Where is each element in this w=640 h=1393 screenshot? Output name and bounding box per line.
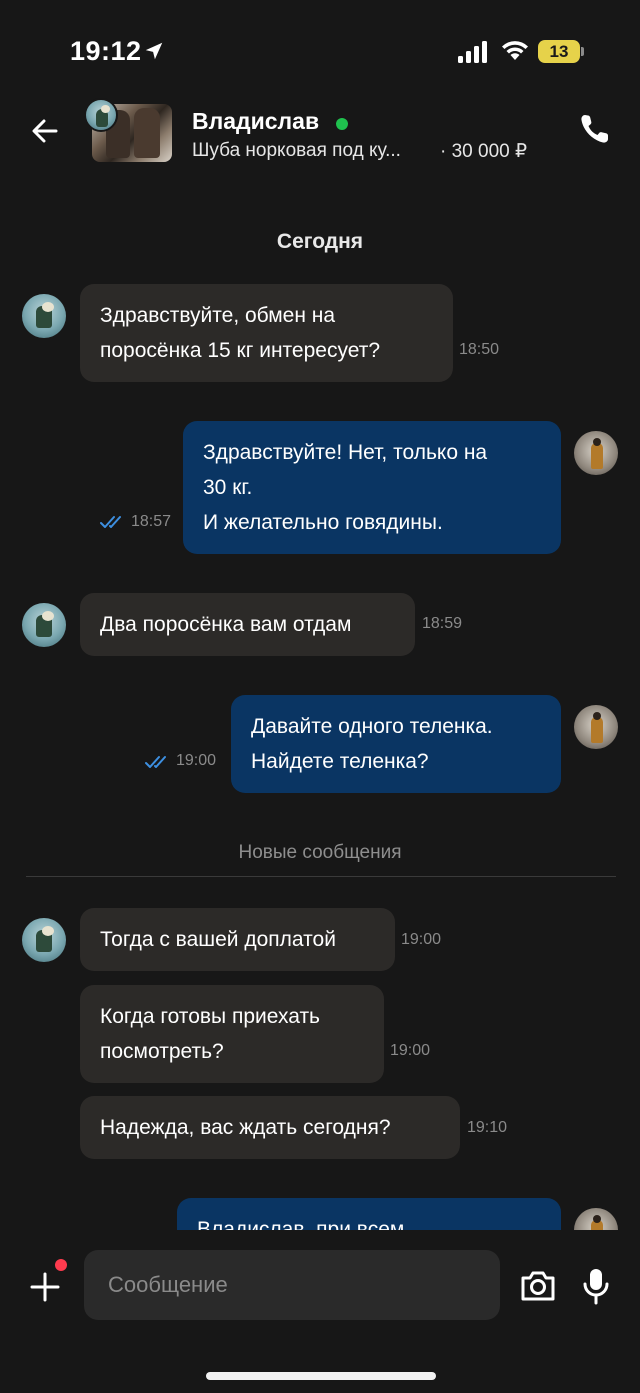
message-line: поросёнка 15 кг интересует? xyxy=(100,339,381,362)
chat-header: Владислав Шуба норковая под ку... · 30 0… xyxy=(0,96,640,176)
sender-avatar xyxy=(22,918,66,962)
message-bubble-incoming[interactable]: Надежда, вас ждать сегодня? xyxy=(80,1096,460,1159)
message-line: Здравствуйте, обмен на xyxy=(100,304,336,327)
message-line: Надежда, вас ждать сегодня? xyxy=(100,1116,391,1139)
signal-icon xyxy=(458,41,487,63)
message-bubble-outgoing[interactable]: Давайте одного теленка. Найдете теленка? xyxy=(231,695,561,793)
message-time: 18:59 xyxy=(422,615,463,632)
phone-icon[interactable] xyxy=(576,110,614,148)
message-time: 18:50 xyxy=(459,341,500,358)
my-avatar xyxy=(574,705,618,749)
message-bubble-incoming[interactable]: Когда готовы приехать посмотреть? xyxy=(80,985,384,1083)
sender-avatar xyxy=(22,294,66,338)
status-time: 19:12 xyxy=(70,36,142,66)
message-time: 19:10 xyxy=(467,1119,508,1136)
message-input-bar xyxy=(0,1230,640,1393)
message-line: Когда готовы приехать xyxy=(100,1005,320,1028)
message-line: Тогда с вашей доплатой xyxy=(100,928,336,951)
microphone-icon[interactable] xyxy=(580,1266,612,1306)
separator-line xyxy=(26,876,616,877)
listing-price: · 30 000 ₽ xyxy=(440,141,528,162)
message-line: Здравствуйте! Нет, только на xyxy=(203,441,488,464)
plus-icon[interactable] xyxy=(28,1270,62,1304)
battery-cap xyxy=(581,47,584,56)
listing-title[interactable]: Шуба норковая под ку... xyxy=(192,140,401,162)
message-time: 19:00 xyxy=(390,1042,431,1059)
notification-dot xyxy=(55,1259,67,1271)
message-bubble-incoming[interactable]: Тогда с вашей доплатой xyxy=(80,908,395,971)
message-time: 19:00 xyxy=(401,931,442,948)
wifi-icon xyxy=(502,41,528,60)
message-input[interactable] xyxy=(84,1250,500,1320)
my-avatar xyxy=(574,431,618,475)
contact-name[interactable]: Владислав xyxy=(192,108,319,135)
double-check-icon xyxy=(145,756,166,768)
message-bubble-outgoing[interactable]: Здравствуйте! Нет, только на 30 кг. И же… xyxy=(183,421,561,554)
message-line: 30 кг. xyxy=(203,476,253,499)
status-bar: 19:12 13 xyxy=(0,0,640,100)
location-arrow-icon xyxy=(145,42,163,60)
message-line: Давайте одного теленка. xyxy=(251,715,493,738)
date-separator: Сегодня xyxy=(276,230,364,253)
message-time: 19:00 xyxy=(176,752,217,769)
message-bubble-incoming[interactable]: Здравствуйте, обмен на поросёнка 15 кг и… xyxy=(80,284,453,382)
message-line: Найдете теленка? xyxy=(251,750,429,773)
message-line: И желательно говядины. xyxy=(203,511,443,534)
message-line: Два поросёнка вам отдам xyxy=(100,613,352,636)
home-indicator[interactable] xyxy=(206,1372,436,1380)
camera-icon[interactable] xyxy=(518,1266,558,1306)
message-time: 18:57 xyxy=(131,513,172,530)
new-messages-separator: Новые сообщения xyxy=(238,842,402,863)
online-status-indicator xyxy=(336,118,348,130)
back-arrow-icon[interactable] xyxy=(28,114,62,148)
message-line: посмотреть? xyxy=(100,1040,224,1063)
battery-icon: 13 xyxy=(538,40,580,63)
double-check-icon xyxy=(100,516,121,528)
sender-avatar xyxy=(22,603,66,647)
contact-avatar xyxy=(84,98,118,132)
message-bubble-incoming[interactable]: Два поросёнка вам отдам xyxy=(80,593,415,656)
